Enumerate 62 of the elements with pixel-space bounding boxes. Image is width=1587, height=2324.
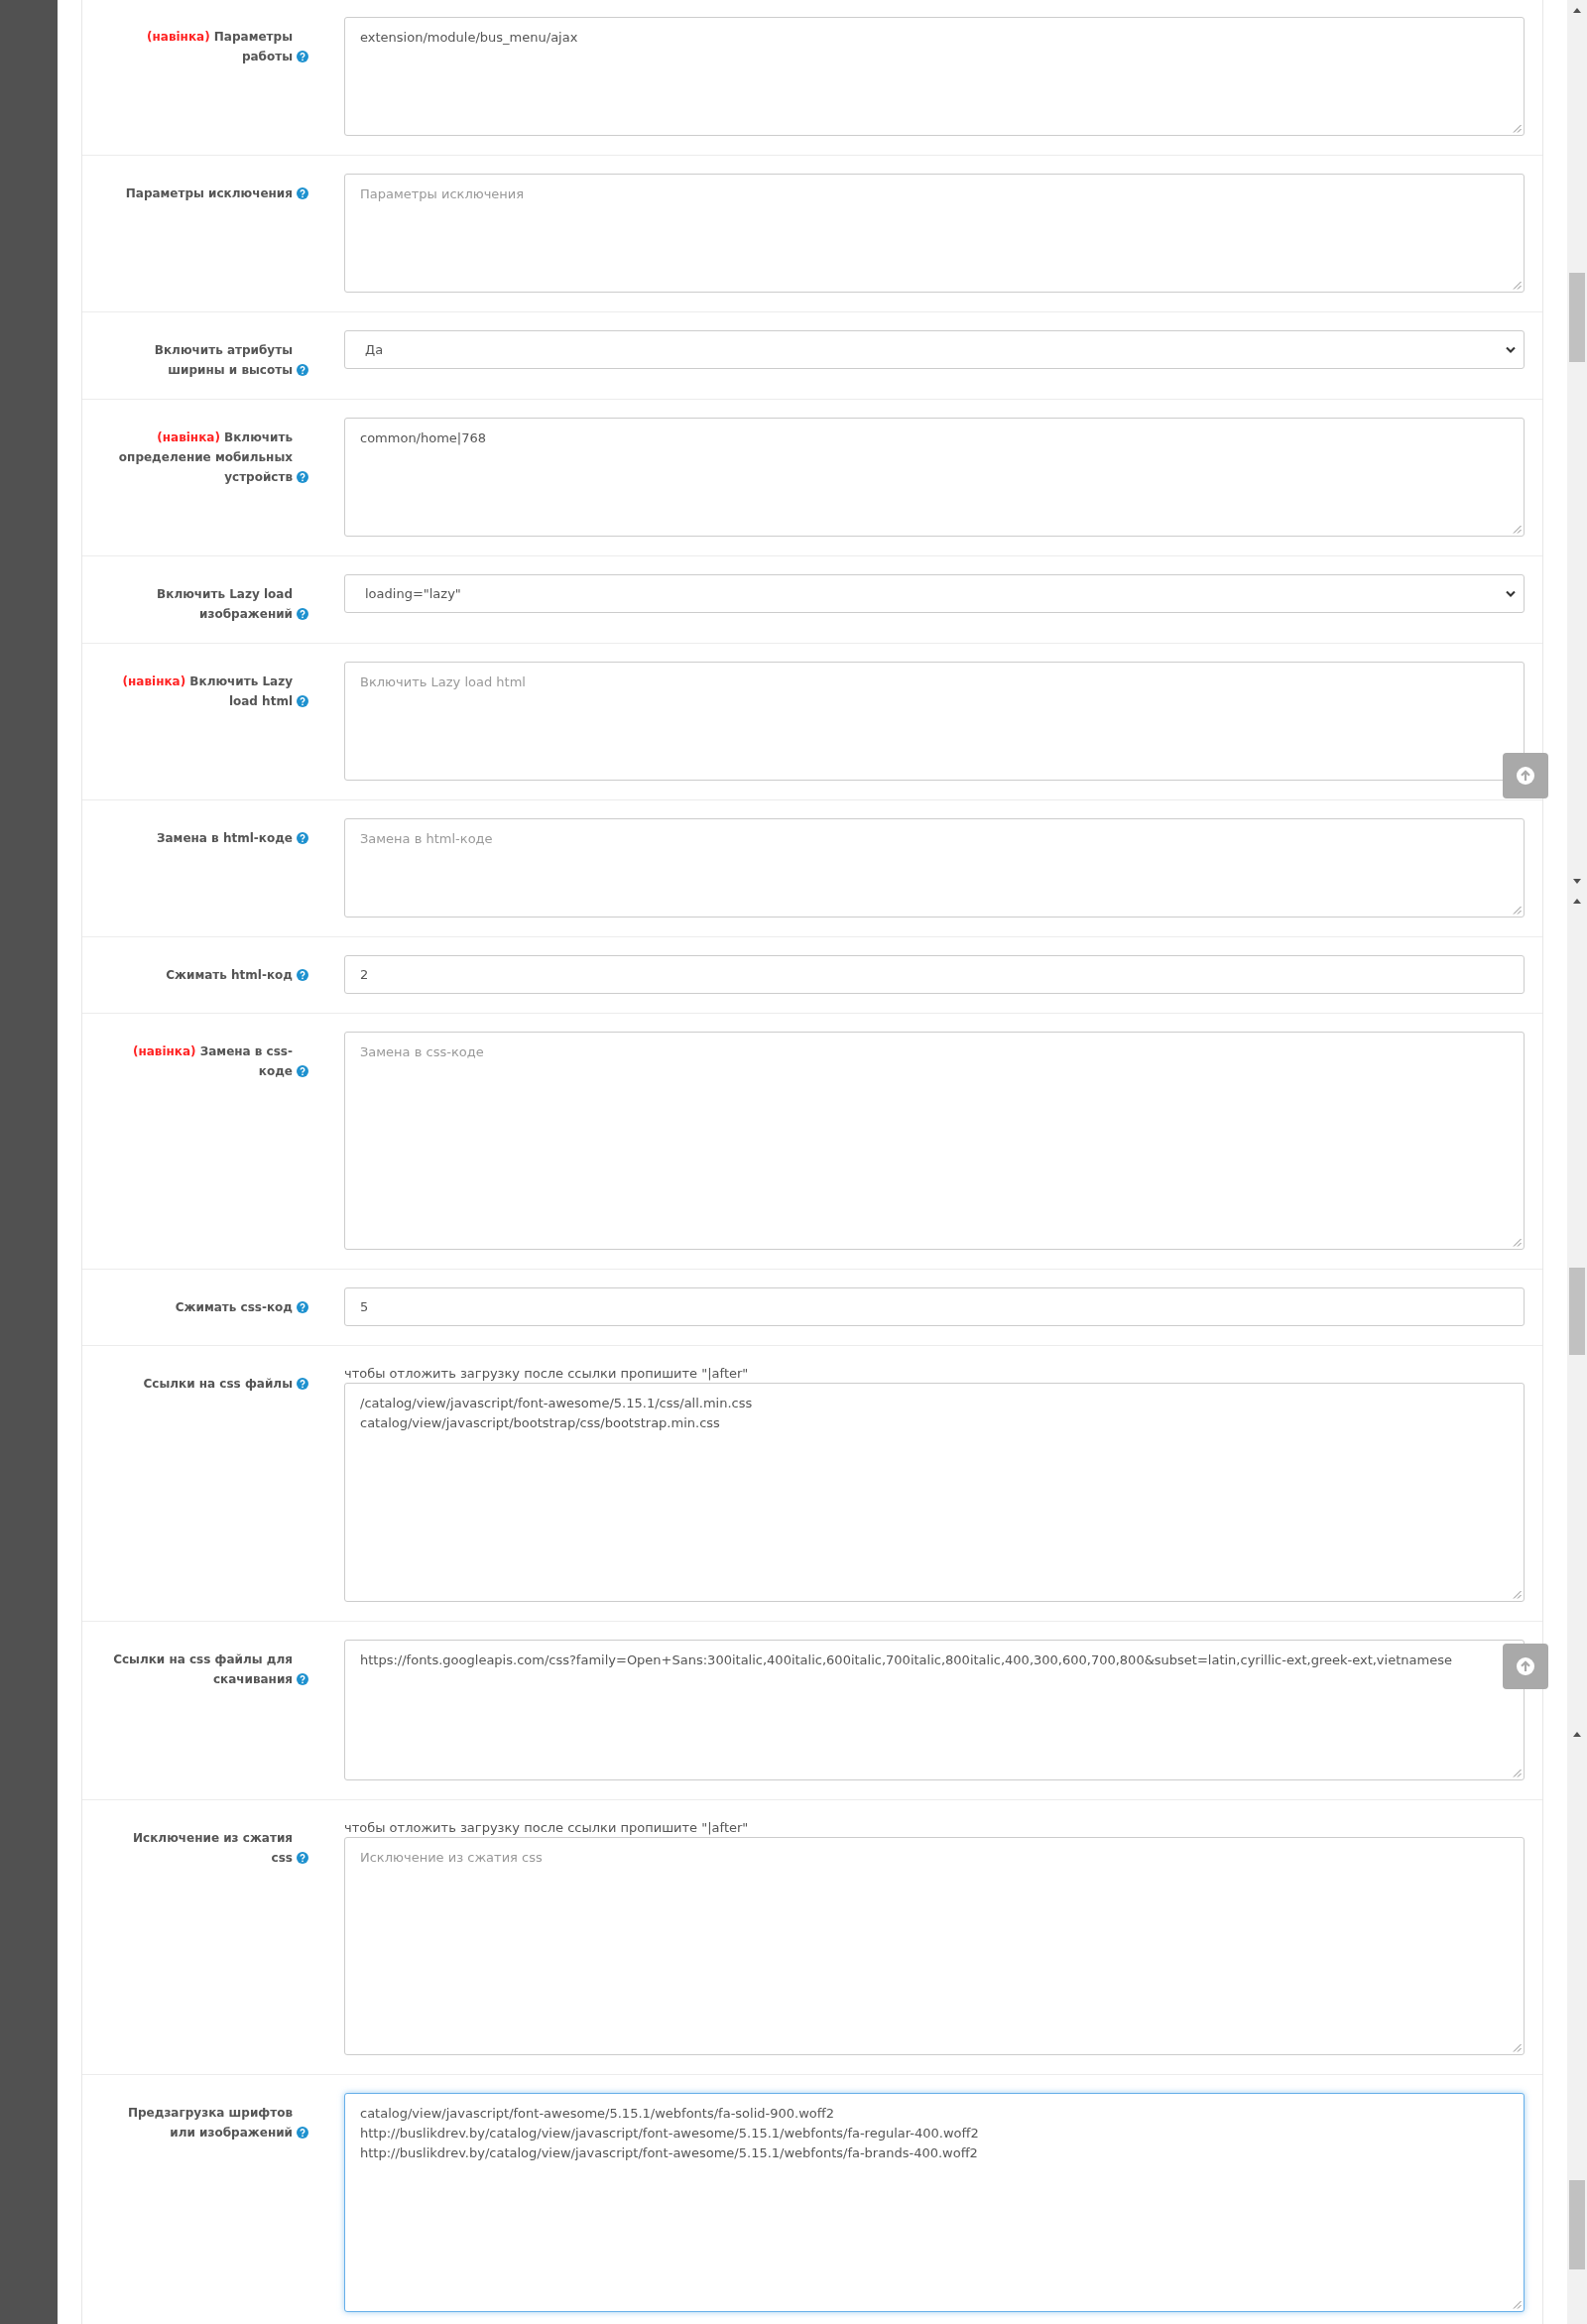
- dropdown[interactable]: Да: [344, 330, 1525, 369]
- help-icon: [297, 608, 308, 620]
- chevron-down-icon: [1506, 346, 1516, 353]
- text-area[interactable]: /catalog/view/javascript/font-awesome/5.15.1/css/all.min.css catalog/view/javascript/bootstrap/css/bootstrap.min.css: [344, 1383, 1525, 1602]
- resize-grip-icon[interactable]: [1513, 1590, 1522, 1599]
- field-label: (навінка) Включить определение мобильных устройств: [117, 429, 293, 486]
- help-icon: [297, 695, 308, 707]
- field-label: Сжимать css-код: [175, 1299, 293, 1316]
- help-icon: [297, 1301, 308, 1313]
- resize-grip-icon[interactable]: [1513, 2043, 1522, 2052]
- text-area[interactable]: extension/module/bus_menu/ajax: [344, 17, 1525, 136]
- help-icon: [297, 2127, 308, 2139]
- scroll-up-arrow-icon[interactable]: [1573, 899, 1581, 904]
- text-area[interactable]: https://fonts.googleapis.com/css?family=Open+Sans:300italic,400italic,600italic,700italic,800italic,400,300,600,700,800&subset=latin,cyrillic-ext,greek-ext,vietnamese: [344, 1640, 1525, 1780]
- scroll-top-button[interactable]: [1503, 753, 1548, 798]
- help-icon: [297, 1852, 308, 1864]
- resize-grip-icon[interactable]: [1513, 124, 1522, 133]
- text-input[interactable]: 5: [344, 1287, 1525, 1326]
- scrollbar-thumb[interactable]: [1569, 2180, 1585, 2269]
- resize-grip-icon[interactable]: [1513, 906, 1522, 915]
- help-icon: [297, 364, 308, 376]
- chevron-down-icon: [1506, 590, 1516, 597]
- arrow-up-circle-icon: [1517, 1657, 1534, 1675]
- text-area[interactable]: catalog/view/javascript/font-awesome/5.15.1/webfonts/fa-solid-900.woff2 http://buslikdrev.by/catalog/view/javascript/font-awesome/5.15.1/webfonts/fa-regular-400.woff2 http://buslikdrev.by/catalog/view/javascript/font-awesome/5.15.1/webfonts/fa-brands-400.woff2: [344, 2093, 1525, 2312]
- field-label: Ссылки на css файлы: [143, 1376, 293, 1393]
- text-input[interactable]: 2: [344, 955, 1525, 994]
- field-label: (навінка) Замена в css-коде: [131, 1043, 293, 1080]
- field-label: Замена в html-коде: [157, 830, 293, 847]
- scrollbar-thumb[interactable]: [1569, 1268, 1585, 1355]
- field-label: Предзагрузка шрифтов или изображений: [126, 2105, 293, 2141]
- field-label: (навінка) Включить Lazy load html: [121, 673, 293, 710]
- scroll-up-arrow-icon[interactable]: [1573, 1732, 1581, 1737]
- help-icon: [297, 1065, 308, 1077]
- dropdown[interactable]: loading="lazy": [344, 574, 1525, 613]
- field-label: Исключение из сжатия css: [132, 1830, 293, 1867]
- field-label: Включить атрибуты ширины и высоты: [153, 342, 293, 379]
- scroll-down-arrow-icon[interactable]: [1573, 879, 1581, 884]
- help-icon: [297, 969, 308, 981]
- help-icon: [297, 832, 308, 844]
- scroll-up-arrow-icon[interactable]: [1573, 8, 1581, 13]
- resize-grip-icon[interactable]: [1513, 281, 1522, 290]
- arrow-up-circle-icon: [1517, 767, 1534, 785]
- help-icon: [297, 1378, 308, 1390]
- text-area[interactable]: common/home|768: [344, 418, 1525, 537]
- resize-grip-icon[interactable]: [1513, 525, 1522, 534]
- scroll-top-button[interactable]: [1503, 1644, 1548, 1689]
- scrollbar-thumb[interactable]: [1569, 273, 1585, 362]
- help-icon: [297, 471, 308, 483]
- help-icon: [297, 187, 308, 199]
- field-label: Ссылки на css файлы для скачивания: [112, 1651, 293, 1688]
- help-icon: [297, 51, 308, 62]
- help-icon: [297, 1673, 308, 1685]
- resize-grip-icon[interactable]: [1513, 2300, 1522, 2309]
- resize-grip-icon[interactable]: [1513, 1769, 1522, 1777]
- field-label: (навінка) Параметры работы: [146, 29, 293, 65]
- field-label: Включить Lazy load изображений: [156, 586, 293, 623]
- field-label: Параметры исключения: [125, 185, 293, 202]
- resize-grip-icon[interactable]: [1513, 1238, 1522, 1247]
- scrollbar[interactable]: [1567, 0, 1587, 2324]
- field-label: Сжимать html-код: [166, 967, 293, 984]
- help-text: чтобы отложить загрузку после ссылки пропишите "|after": [344, 1365, 750, 1383]
- help-text: чтобы отложить загрузку после ссылки пропишите "|after": [344, 1819, 750, 1837]
